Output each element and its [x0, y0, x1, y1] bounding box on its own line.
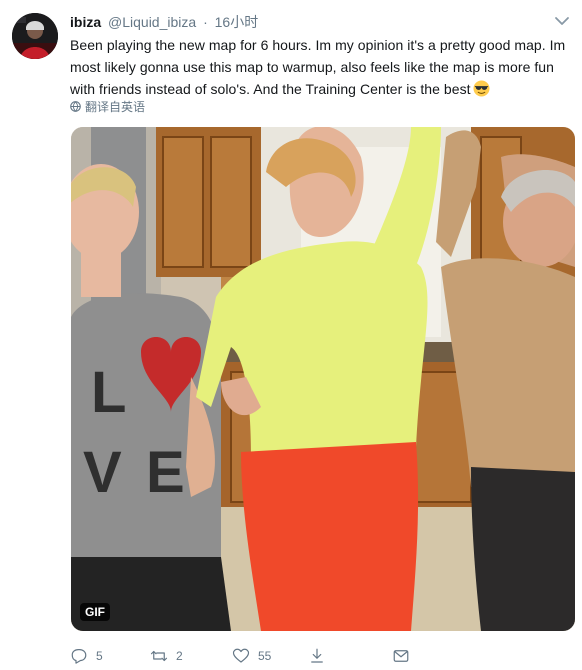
translate-link[interactable]: 翻译自英语 — [70, 100, 145, 116]
heart-icon — [232, 648, 250, 663]
like-button[interactable]: 55 — [232, 645, 271, 667]
share-icon — [311, 648, 323, 663]
reply-button[interactable]: 5 — [70, 645, 103, 667]
tweet-actions: 5 2 55 — [70, 645, 470, 667]
dm-button[interactable] — [392, 645, 418, 667]
timestamp[interactable]: 16小时 — [215, 14, 259, 30]
sunglasses-emoji-icon — [473, 80, 490, 97]
gif-media[interactable]: L V E GIF — [71, 127, 575, 631]
user-handle[interactable]: @Liquid_ibiza — [108, 14, 196, 30]
reply-icon — [71, 649, 87, 664]
retweet-button[interactable]: 2 — [150, 645, 183, 667]
tweet-body: Been playing the new map for 6 hours. Im… — [70, 37, 566, 97]
separator-dot: · — [203, 14, 208, 30]
reply-count: 5 — [96, 649, 103, 663]
svg-text:V: V — [83, 440, 122, 505]
envelope-icon — [393, 650, 409, 662]
display-name[interactable]: ibiza — [70, 14, 101, 30]
translate-label: 翻译自英语 — [85, 100, 146, 114]
direct-message-button[interactable] — [308, 645, 334, 667]
retweet-count: 2 — [176, 649, 183, 663]
retweet-icon — [150, 650, 168, 662]
globe-icon — [70, 101, 81, 112]
tweet: ibiza @Liquid_ibiza · 16小时 Been playing … — [0, 0, 582, 670]
svg-text:E: E — [146, 440, 185, 505]
avatar-image — [12, 13, 58, 59]
tweet-header: ibiza @Liquid_ibiza · 16小时 — [70, 13, 542, 33]
svg-text:L: L — [91, 360, 126, 425]
like-count: 55 — [258, 649, 272, 663]
gif-badge: GIF — [80, 603, 110, 621]
gif-frame-image: L V E — [71, 127, 575, 631]
chevron-down-icon[interactable] — [554, 15, 570, 27]
avatar[interactable] — [12, 13, 58, 59]
tweet-text: Been playing the new map for 6 hours. Im… — [70, 34, 575, 100]
